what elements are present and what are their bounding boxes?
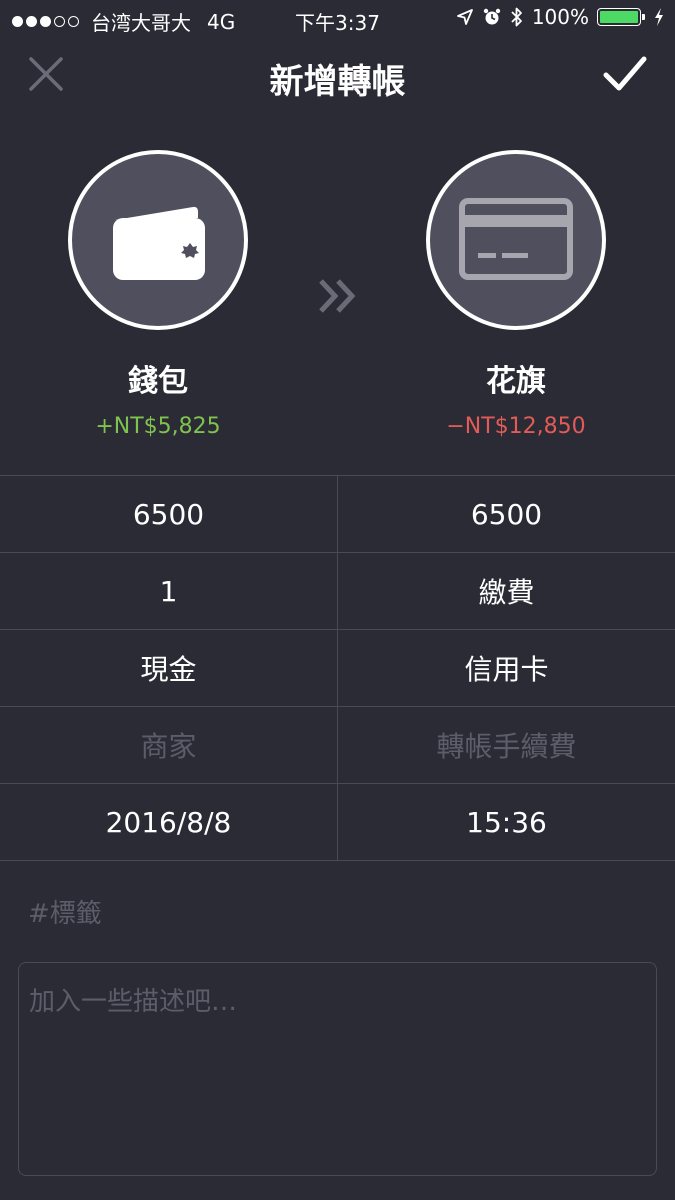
- tags-input[interactable]: #標籤: [28, 893, 102, 930]
- date-field[interactable]: 2016/8/8: [0, 784, 338, 860]
- amount-in-field[interactable]: 6500: [338, 476, 675, 552]
- transfer-details-grid: 6500 6500 1 繳費 現金 信用卡 商家 轉帳手續費 2016/8/8 …: [0, 475, 675, 861]
- location-arrow-icon: [456, 9, 473, 25]
- from-account-name: 錢包: [128, 364, 188, 399]
- alarm-icon: [483, 8, 501, 25]
- transfer-screen: 台湾大哥大 4G 下午3:37 100% 新增轉帳 錢包 +NT$5,825 花…: [0, 0, 675, 1200]
- payment-method-row: 現金 信用卡: [0, 630, 675, 707]
- payment-to-field[interactable]: 信用卡: [338, 630, 675, 706]
- checkmark-icon[interactable]: [603, 54, 647, 94]
- description-textarea[interactable]: 加入一些描述吧…: [18, 962, 657, 1176]
- charging-bolt-icon: [655, 8, 663, 26]
- bluetooth-icon: [511, 7, 522, 27]
- to-account-balance: −NT$12,850: [446, 414, 586, 439]
- transfer-fee-field[interactable]: 轉帳手續費: [338, 707, 675, 783]
- amount-out-field[interactable]: 6500: [0, 476, 338, 552]
- from-account: 錢包 +NT$5,825: [68, 150, 248, 439]
- merchant-fee-row: 商家 轉帳手續費: [0, 707, 675, 784]
- status-bar: 台湾大哥大 4G 下午3:37 100%: [0, 0, 675, 38]
- category-field[interactable]: 繳費: [338, 553, 675, 629]
- amount-row: 6500 6500: [0, 476, 675, 553]
- from-account-balance: +NT$5,825: [95, 414, 221, 439]
- wallet-icon: [113, 206, 205, 280]
- quantity-field[interactable]: 1: [0, 553, 338, 629]
- page-title: 新增轉帳: [269, 62, 406, 102]
- merchant-field[interactable]: 商家: [0, 707, 338, 783]
- quantity-category-row: 1 繳費: [0, 553, 675, 630]
- date-time-row: 2016/8/8 15:36: [0, 784, 675, 861]
- battery-icon: [597, 8, 645, 26]
- payment-from-field[interactable]: 現金: [0, 630, 338, 706]
- description-placeholder: 加入一些描述吧…: [29, 987, 238, 1017]
- status-right: 100%: [456, 5, 665, 29]
- to-account-button[interactable]: [426, 150, 606, 330]
- nav-bar: 新增轉帳: [0, 40, 675, 112]
- double-chevron-right-icon: [319, 279, 356, 313]
- time-field[interactable]: 15:36: [338, 784, 675, 860]
- credit-card-icon: [459, 198, 573, 280]
- from-account-button[interactable]: [68, 150, 248, 330]
- to-account-name: 花旗: [486, 364, 546, 399]
- battery-percent: 100%: [531, 5, 589, 29]
- to-account: 花旗 −NT$12,850: [426, 150, 606, 439]
